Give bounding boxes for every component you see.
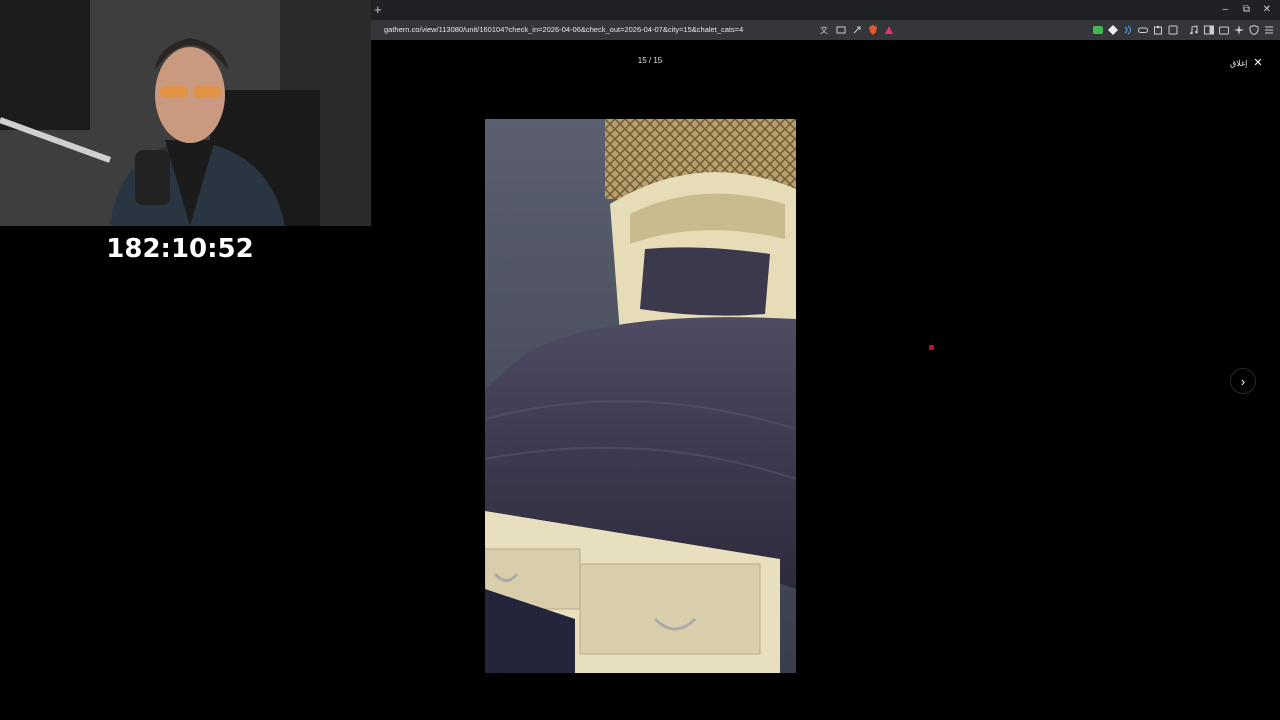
brave-shield-icon[interactable] xyxy=(868,25,878,35)
media-controls-icon[interactable] xyxy=(1189,25,1199,35)
tab-strip: + – ⧉ ✕ xyxy=(370,0,1280,20)
extension-wave-icon[interactable] xyxy=(1123,25,1133,35)
menu-icon[interactable] xyxy=(1264,25,1274,35)
extensions-toolbar xyxy=(1093,24,1274,36)
url-field[interactable]: gathern.co/view/113080/unit/160104?check… xyxy=(384,25,743,34)
vpn-shield-icon[interactable] xyxy=(1249,25,1259,35)
address-bar-actions: 文 xyxy=(820,24,894,36)
extensions-puzzle-icon[interactable] xyxy=(1153,25,1163,35)
next-photo-button[interactable]: › xyxy=(1230,368,1256,394)
new-tab-button[interactable]: + xyxy=(374,2,382,18)
share-icon[interactable] xyxy=(852,25,862,35)
stream-timer: 182:10:52 xyxy=(106,234,254,264)
address-bar: gathern.co/view/113080/unit/160104?check… xyxy=(370,20,1280,40)
photo-counter: 15 / 15 xyxy=(637,56,663,65)
extension-controller-icon[interactable] xyxy=(1138,25,1148,35)
minimize-button[interactable]: – xyxy=(1222,3,1228,17)
wallet-icon[interactable] xyxy=(1219,25,1229,35)
bed-photo xyxy=(485,119,796,673)
extension-green-icon[interactable] xyxy=(1093,25,1103,35)
leo-ai-icon[interactable] xyxy=(1234,25,1244,35)
sidebar-icon[interactable] xyxy=(1204,25,1214,35)
webcam-overlay xyxy=(0,0,371,226)
cursor-pointer xyxy=(929,345,934,350)
svg-text:文: 文 xyxy=(820,25,828,35)
extension-diamond-icon[interactable] xyxy=(1108,25,1118,35)
close-icon[interactable]: ✕ xyxy=(1253,58,1262,69)
restore-button[interactable]: ⧉ xyxy=(1243,3,1250,17)
extension-box-icon[interactable] xyxy=(1168,25,1178,35)
translate-icon[interactable]: 文 xyxy=(820,25,830,35)
cast-icon[interactable] xyxy=(836,25,846,35)
brave-rewards-icon[interactable] xyxy=(884,25,894,35)
close-label: إغلاق xyxy=(1230,59,1248,68)
close-window-button[interactable]: ✕ xyxy=(1263,3,1271,17)
close-button[interactable]: إغلاق ✕ xyxy=(1230,58,1263,69)
chevron-right-icon: › xyxy=(1240,373,1246,389)
